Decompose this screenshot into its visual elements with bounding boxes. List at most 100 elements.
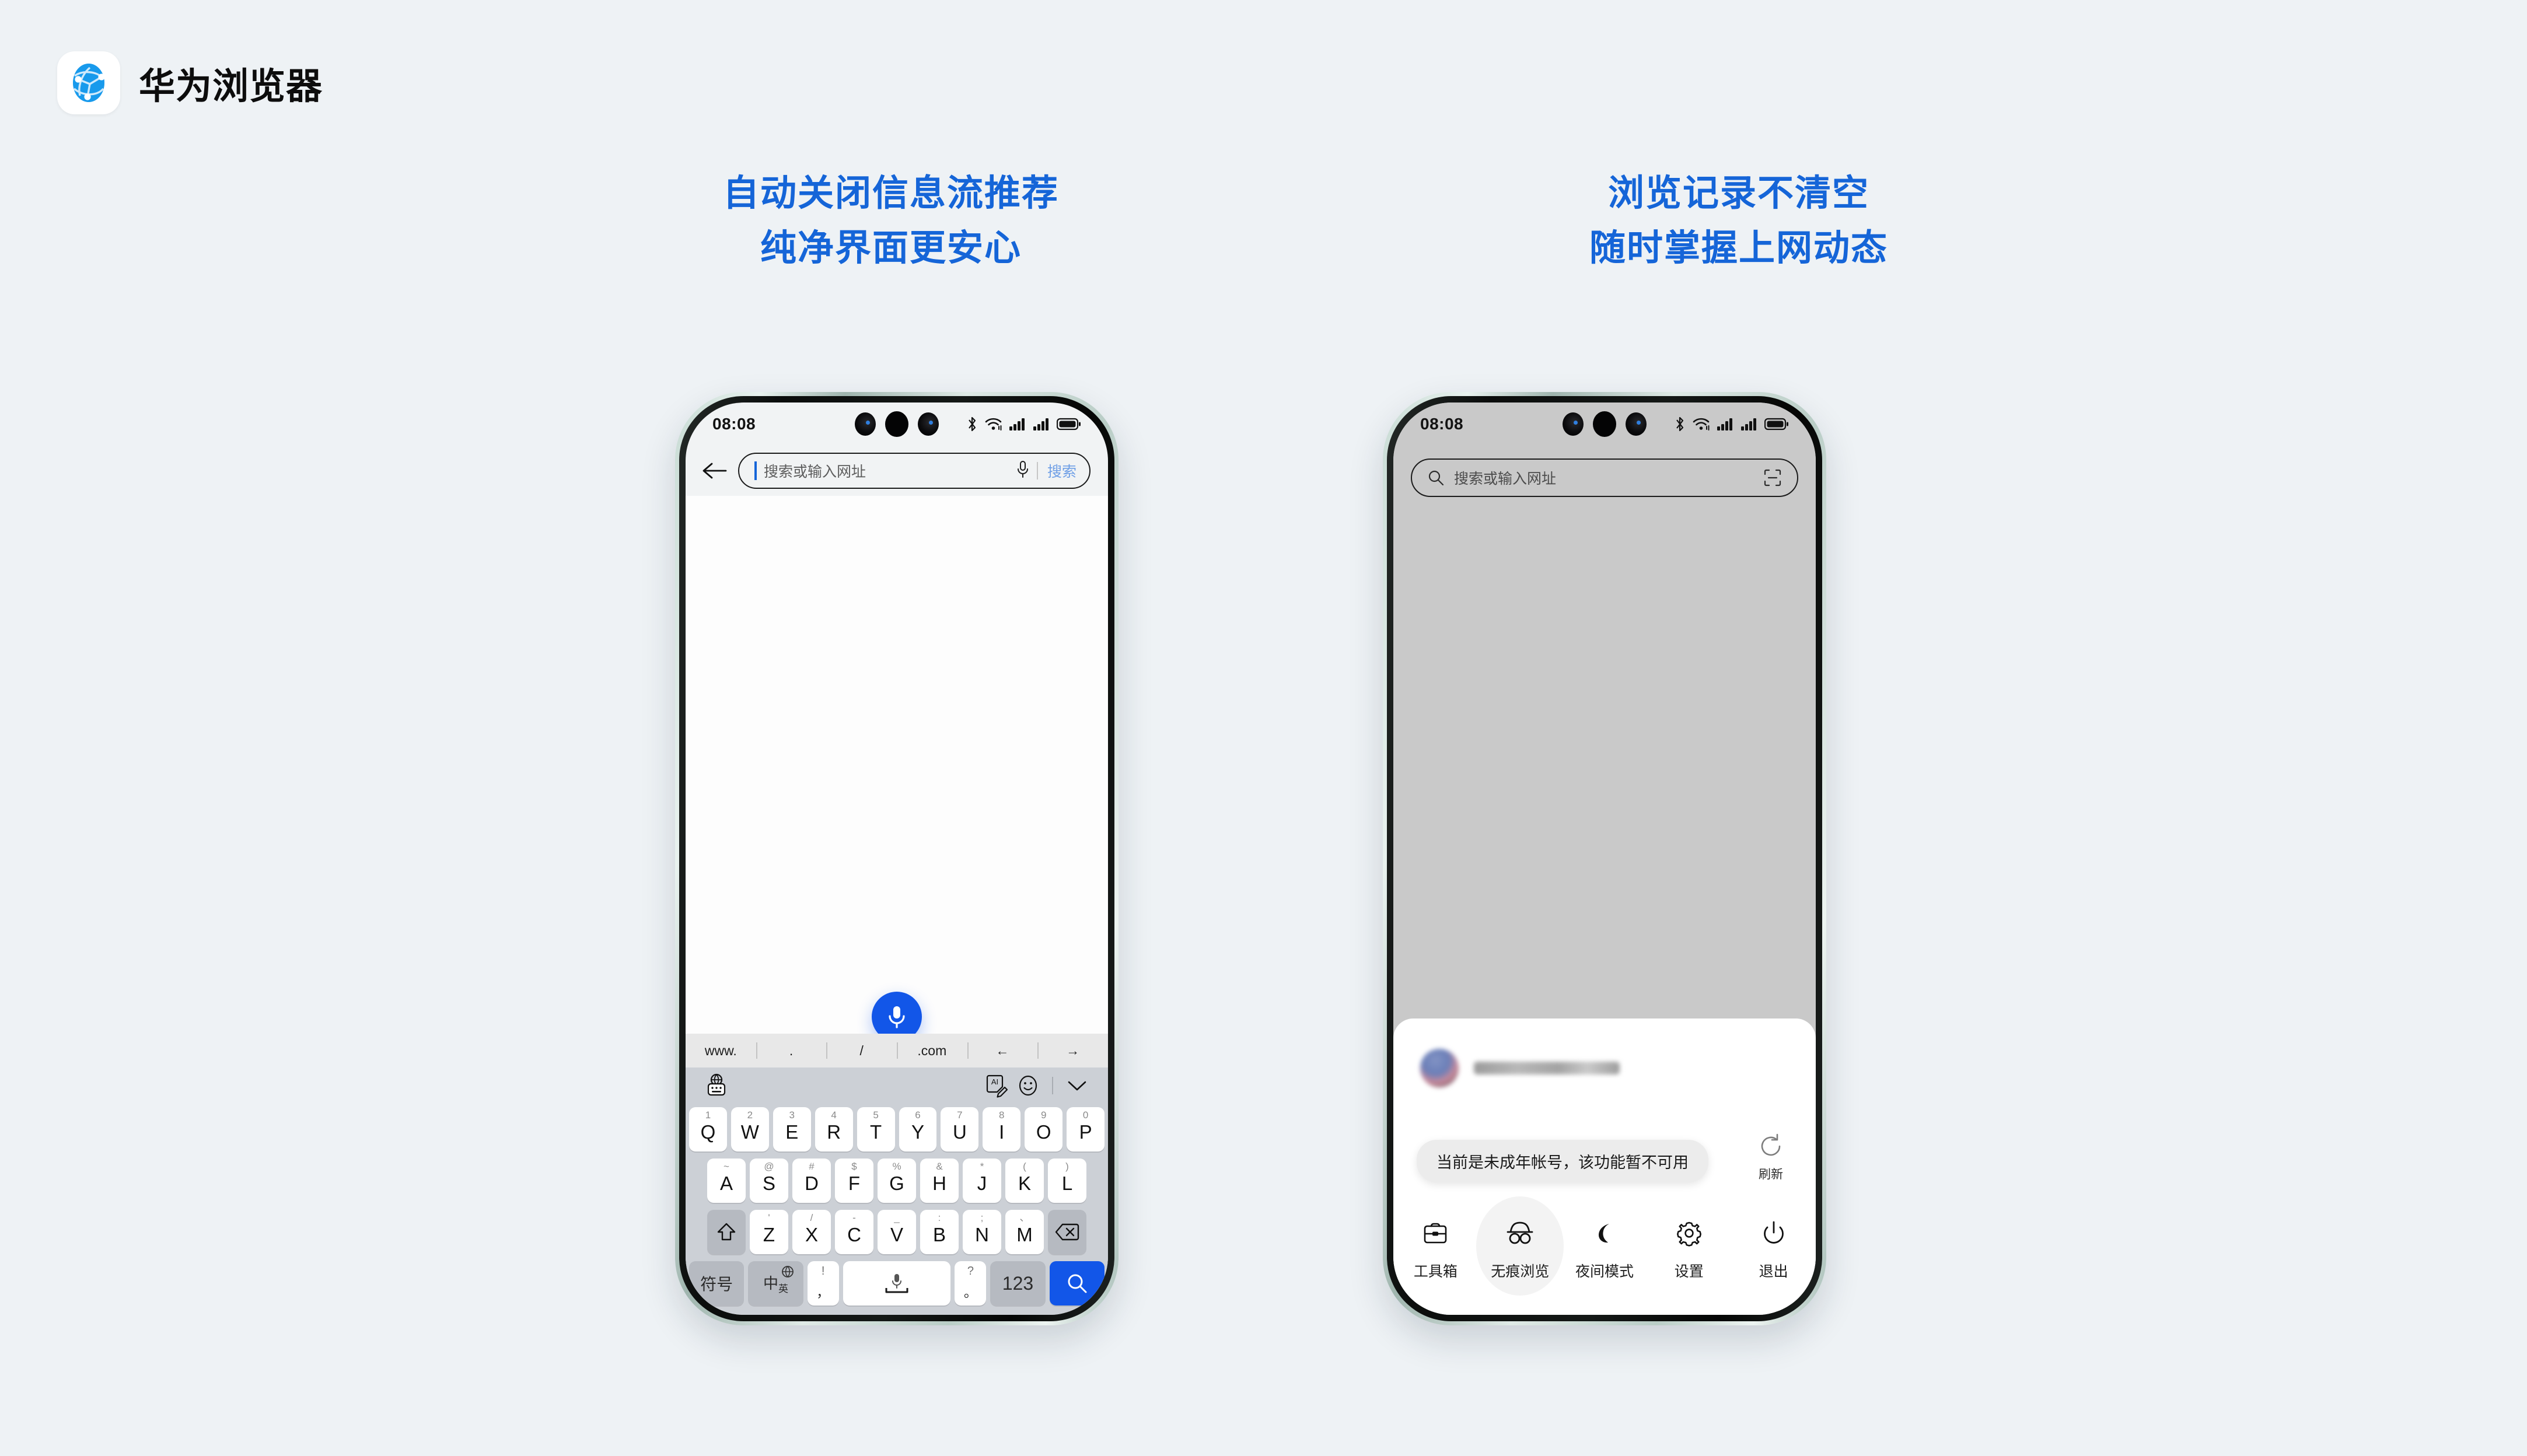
- key-alt-label: ): [1065, 1161, 1069, 1172]
- menu-item-night-mode[interactable]: 夜间模式: [1563, 1219, 1647, 1281]
- key-alt-label: :: [938, 1212, 941, 1223]
- keyboard-row-1: 1Q2W3E4R5T6Y7U8I9O0P: [686, 1104, 1108, 1155]
- key-label: M: [1016, 1224, 1033, 1245]
- microphone-icon: [889, 1006, 905, 1028]
- language-toggle-key[interactable]: 中英: [748, 1261, 803, 1306]
- keyboard-key-s[interactable]: @ S: [750, 1158, 788, 1203]
- sensor-icon: [1593, 411, 1616, 437]
- key-label: H: [932, 1172, 946, 1194]
- keyboard-key-o[interactable]: 9O: [1025, 1107, 1063, 1152]
- keyboard-key-h[interactable]: & H: [920, 1158, 959, 1203]
- shift-key[interactable]: [707, 1210, 746, 1254]
- keyboard-key-j[interactable]: * J: [963, 1158, 1001, 1203]
- keyboard-key-q[interactable]: 1Q: [688, 1107, 727, 1152]
- comma-key-alt: !: [821, 1265, 825, 1278]
- space-key[interactable]: [843, 1261, 951, 1306]
- quick-key[interactable]: www.: [686, 1043, 756, 1059]
- keyboard-key-m[interactable]: 、 M: [1005, 1210, 1044, 1254]
- symbols-key[interactable]: 符号: [689, 1261, 745, 1306]
- keyboard-key-r[interactable]: 4R: [815, 1107, 853, 1152]
- quick-key-next[interactable]: →: [1037, 1043, 1108, 1059]
- keyboard-key-v[interactable]: _ V: [878, 1210, 916, 1254]
- keyboard-key-y[interactable]: 6Y: [899, 1107, 937, 1152]
- bottom-sheet: 刷新 当前是未成年帐号，该功能暂不可用 工具箱 无痕浏览 夜间模式 设置 退出: [1393, 1019, 1816, 1315]
- keyboard-key-p[interactable]: 0P: [1067, 1107, 1105, 1152]
- headline-left-line1: 自动关闭信息流推荐: [722, 173, 1059, 214]
- keyboard-key-n[interactable]: ; N: [963, 1210, 1001, 1254]
- refresh-action[interactable]: 刷新: [1757, 1133, 1784, 1182]
- key-label: P: [1079, 1121, 1092, 1143]
- keyboard-key-w[interactable]: 2W: [731, 1107, 769, 1152]
- wifi-icon: [1693, 418, 1710, 430]
- key-label: V: [890, 1224, 903, 1245]
- chevron-down-icon[interactable]: [1061, 1070, 1093, 1101]
- search-input[interactable]: 搜索或输入网址 搜索: [738, 453, 1091, 489]
- menu-item-settings[interactable]: 设置: [1647, 1219, 1731, 1281]
- back-arrow-icon[interactable]: [698, 455, 730, 487]
- key-label: N: [975, 1224, 989, 1245]
- globe-icon: [73, 64, 105, 102]
- search-input[interactable]: 搜索或输入网址: [1411, 459, 1798, 497]
- comma-key-label: ，: [816, 1284, 830, 1300]
- quick-key[interactable]: .: [756, 1043, 827, 1059]
- keyboard-key-b[interactable]: :B: [920, 1210, 959, 1254]
- key-alt-label: 1: [705, 1110, 711, 1121]
- camera-icon: [918, 412, 939, 436]
- avatar[interactable]: [1420, 1049, 1459, 1087]
- brand-name: 华为浏览器: [139, 66, 323, 107]
- keyboard-key-f[interactable]: $ F: [835, 1158, 873, 1203]
- camera-icon: [1563, 412, 1584, 436]
- status-time: 08:08: [1420, 415, 1464, 433]
- refresh-icon: [1761, 1133, 1781, 1156]
- menu-item-label: 退出: [1759, 1264, 1788, 1280]
- profile-row[interactable]: [1393, 1019, 1816, 1087]
- key-label: W: [740, 1121, 759, 1143]
- bottom-menu: 工具箱 无痕浏览 夜间模式 设置 退出: [1393, 1196, 1816, 1296]
- comma-key[interactable]: ! ，: [807, 1261, 839, 1306]
- keyboard-row-4: 符号 中英 ! ， ? 。 123: [686, 1258, 1108, 1309]
- camera-icon: [1626, 412, 1647, 436]
- emoji-icon[interactable]: [1012, 1070, 1044, 1101]
- menu-item-incognito[interactable]: 无痕浏览: [1476, 1196, 1564, 1296]
- period-key[interactable]: ? 。: [955, 1261, 987, 1306]
- keyboard-key-g[interactable]: % G: [878, 1158, 916, 1203]
- status-bar-left: 08:08: [686, 402, 1108, 446]
- keyboard-key-z[interactable]: ' Z: [750, 1210, 788, 1254]
- key-label: A: [719, 1172, 733, 1194]
- keyboard-key-i[interactable]: 8I: [983, 1107, 1021, 1152]
- keyboard-key-d[interactable]: # D: [792, 1158, 831, 1203]
- quick-key-prev[interactable]: ←: [967, 1043, 1038, 1059]
- key-alt-label: #: [809, 1161, 815, 1172]
- keyboard-key-l[interactable]: ) L: [1048, 1158, 1086, 1203]
- search-icon: [1428, 470, 1444, 486]
- keyboard-key-k[interactable]: (K: [1005, 1158, 1044, 1203]
- key-alt-label: (: [1023, 1161, 1026, 1172]
- numbers-key[interactable]: 123: [990, 1261, 1046, 1306]
- menu-item-label: 设置: [1674, 1264, 1704, 1280]
- ai-pen-icon[interactable]: AI: [981, 1070, 1012, 1101]
- symbols-key-label: 符号: [700, 1275, 733, 1293]
- keyboard-key-x[interactable]: / X: [792, 1210, 831, 1254]
- search-go-button[interactable]: 搜索: [1045, 460, 1076, 481]
- key-alt-label: 8: [999, 1110, 1005, 1121]
- keyboard-key-t[interactable]: 5T: [857, 1107, 895, 1152]
- keyboard-key-e[interactable]: 3E: [773, 1107, 811, 1152]
- backspace-key[interactable]: [1048, 1210, 1086, 1254]
- key-alt-label: 7: [957, 1110, 963, 1121]
- quick-key[interactable]: .com: [897, 1043, 967, 1059]
- menu-item-label: 无痕浏览: [1491, 1264, 1550, 1280]
- keyboard-key-a[interactable]: ~ A: [707, 1158, 746, 1203]
- numbers-key-label: 123: [1002, 1272, 1034, 1294]
- key-label: I: [999, 1121, 1005, 1143]
- scan-icon[interactable]: [1763, 468, 1782, 487]
- keyboard-key-u[interactable]: 7U: [941, 1107, 979, 1152]
- globe-keyboard-icon[interactable]: [701, 1070, 732, 1101]
- toast-message: 当前是未成年帐号，该功能暂不可用: [1417, 1140, 1708, 1182]
- keyboard-key-c[interactable]: -C: [835, 1210, 873, 1254]
- menu-item-toolbox[interactable]: 工具箱: [1393, 1219, 1478, 1281]
- menu-item-exit[interactable]: 退出: [1731, 1219, 1816, 1281]
- quick-key[interactable]: /: [826, 1043, 897, 1059]
- microphone-icon[interactable]: [1016, 460, 1030, 482]
- phone-screen-right: 08:08 搜索或输入网址 刷新 当前是未成年帐号，该功能暂不可用 工具箱 无痕…: [1393, 402, 1816, 1315]
- search-enter-key[interactable]: [1049, 1261, 1105, 1306]
